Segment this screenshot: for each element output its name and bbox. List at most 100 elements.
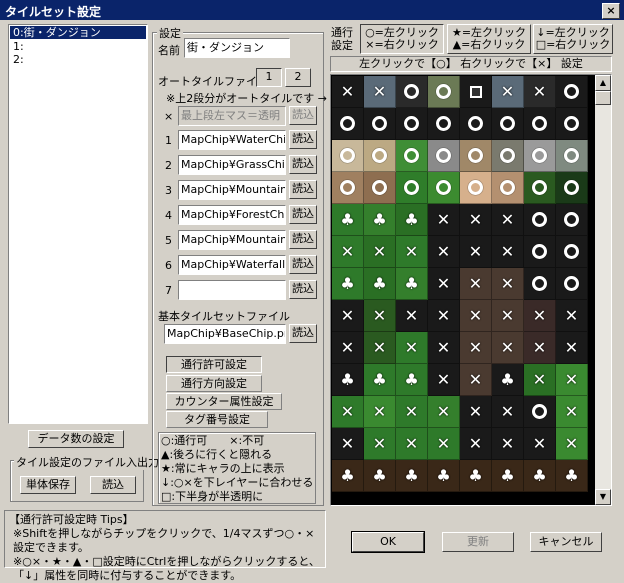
autotile-file-field[interactable]: MapChip¥MountainChi bbox=[178, 180, 286, 200]
tag-number-button[interactable]: タグ番号設定 bbox=[166, 411, 268, 428]
tile-cell[interactable] bbox=[556, 204, 588, 236]
tile-cell[interactable]: ✕ bbox=[460, 364, 492, 396]
autotile-load-button[interactable]: 読込 bbox=[289, 180, 317, 199]
tile-cell[interactable]: ✕ bbox=[460, 268, 492, 300]
tile-cell[interactable]: ✕ bbox=[332, 396, 364, 428]
tile-cell[interactable]: ✕ bbox=[460, 428, 492, 460]
tileset-list[interactable]: 0:街・ダンジョン 1: 2: bbox=[8, 24, 148, 424]
tile-cell[interactable] bbox=[460, 172, 492, 204]
single-save-button[interactable]: 単体保存 bbox=[20, 476, 76, 494]
tile-cell[interactable] bbox=[524, 108, 556, 140]
tile-cell[interactable] bbox=[492, 108, 524, 140]
tile-cell[interactable]: ✕ bbox=[396, 396, 428, 428]
page-button-1[interactable]: 1 bbox=[256, 68, 282, 87]
tile-cell[interactable] bbox=[396, 140, 428, 172]
tile-cell[interactable]: ✕ bbox=[556, 332, 588, 364]
tile-cell[interactable]: ♣ bbox=[364, 204, 396, 236]
tile-cell[interactable]: ♣ bbox=[428, 460, 460, 492]
tile-cell[interactable]: ✕ bbox=[428, 396, 460, 428]
scroll-thumb[interactable] bbox=[595, 91, 611, 105]
tile-cell[interactable] bbox=[332, 108, 364, 140]
tile-cell[interactable] bbox=[460, 76, 492, 108]
tile-cell[interactable]: ✕ bbox=[556, 300, 588, 332]
data-count-button[interactable]: データ数の設定 bbox=[28, 430, 124, 448]
tile-cell[interactable]: ✕ bbox=[428, 268, 460, 300]
tile-cell[interactable] bbox=[524, 172, 556, 204]
name-field[interactable]: 街・ダンジョン bbox=[184, 38, 290, 58]
tile-cell[interactable]: ♣ bbox=[492, 460, 524, 492]
tile-cell[interactable]: ✕ bbox=[332, 76, 364, 108]
tile-cell[interactable]: ✕ bbox=[428, 236, 460, 268]
tile-cell[interactable]: ✕ bbox=[492, 204, 524, 236]
tile-cell[interactable] bbox=[428, 172, 460, 204]
tile-cell[interactable] bbox=[428, 140, 460, 172]
tileset-list-item[interactable]: 2: bbox=[9, 53, 147, 66]
tile-cell[interactable]: ✕ bbox=[428, 332, 460, 364]
tile-cell[interactable]: ♣ bbox=[556, 460, 588, 492]
tile-cell[interactable] bbox=[428, 76, 460, 108]
autotile-load-button[interactable]: 読込 bbox=[289, 205, 317, 224]
tile-cell[interactable]: ♣ bbox=[332, 460, 364, 492]
tile-cell[interactable] bbox=[396, 108, 428, 140]
page-button-2[interactable]: 2 bbox=[285, 68, 311, 87]
tile-cell[interactable]: ♣ bbox=[492, 364, 524, 396]
mode-button-circle-cross[interactable]: ○=左クリック ×=右クリック bbox=[360, 24, 444, 54]
mode-button-arrow-square[interactable]: ↓=左クリック □=右クリック bbox=[533, 24, 613, 54]
autotile-load-button[interactable]: 読込 bbox=[289, 280, 317, 299]
tile-cell[interactable]: ✕ bbox=[492, 300, 524, 332]
tile-cell[interactable]: ✕ bbox=[428, 300, 460, 332]
tile-cell[interactable] bbox=[556, 140, 588, 172]
tile-cell[interactable] bbox=[332, 140, 364, 172]
tile-cell[interactable] bbox=[524, 268, 556, 300]
tile-cell[interactable] bbox=[524, 140, 556, 172]
tile-cell[interactable]: ♣ bbox=[364, 460, 396, 492]
tile-cell[interactable]: ✕ bbox=[524, 364, 556, 396]
tile-cell[interactable] bbox=[460, 108, 492, 140]
tile-cell[interactable]: ✕ bbox=[492, 268, 524, 300]
tile-cell[interactable] bbox=[364, 140, 396, 172]
tile-cell[interactable]: ✕ bbox=[364, 396, 396, 428]
tile-cell[interactable]: ✕ bbox=[460, 396, 492, 428]
counter-attribute-button[interactable]: カウンター属性設定 bbox=[166, 393, 282, 410]
tile-cell[interactable]: ♣ bbox=[524, 460, 556, 492]
autotile-load-button[interactable]: 読込 bbox=[289, 230, 317, 249]
tile-cell[interactable]: ✕ bbox=[524, 300, 556, 332]
tile-cell[interactable]: ✕ bbox=[524, 428, 556, 460]
tile-cell[interactable]: ♣ bbox=[332, 268, 364, 300]
tile-cell[interactable]: ♣ bbox=[396, 204, 428, 236]
tile-cell[interactable]: ✕ bbox=[396, 300, 428, 332]
tile-cell[interactable]: ♣ bbox=[332, 364, 364, 396]
tile-cell[interactable] bbox=[556, 76, 588, 108]
tile-cell[interactable]: ✕ bbox=[460, 204, 492, 236]
tile-cell[interactable]: ✕ bbox=[492, 76, 524, 108]
tile-cell[interactable] bbox=[524, 236, 556, 268]
tile-cell[interactable] bbox=[556, 172, 588, 204]
tile-cell[interactable]: ✕ bbox=[332, 332, 364, 364]
tile-cell[interactable] bbox=[556, 108, 588, 140]
tileset-list-item[interactable]: 0:街・ダンジョン bbox=[10, 26, 146, 39]
base-load-button[interactable]: 読込 bbox=[289, 324, 317, 343]
tile-cell[interactable]: ✕ bbox=[364, 332, 396, 364]
autotile-load-button[interactable]: 読込 bbox=[289, 255, 317, 274]
cancel-button[interactable]: キャンセル bbox=[530, 532, 602, 552]
tile-cell[interactable]: ♣ bbox=[364, 364, 396, 396]
tile-cell[interactable]: ♣ bbox=[460, 460, 492, 492]
tile-cell[interactable]: ♣ bbox=[396, 268, 428, 300]
scroll-up-button[interactable]: ▲ bbox=[595, 75, 611, 91]
tile-cell[interactable]: ✕ bbox=[332, 300, 364, 332]
tile-cell[interactable]: ✕ bbox=[428, 204, 460, 236]
tile-cell[interactable]: ✕ bbox=[364, 428, 396, 460]
file-load-button[interactable]: 読込 bbox=[90, 476, 136, 494]
tile-cell[interactable]: ✕ bbox=[364, 76, 396, 108]
tile-cell[interactable] bbox=[556, 268, 588, 300]
autotile-file-field[interactable]: MapChip¥MountainChi bbox=[178, 230, 286, 250]
tile-cell[interactable]: ✕ bbox=[396, 428, 428, 460]
autotile-file-field[interactable]: MapChip¥Waterfall_U bbox=[178, 255, 286, 275]
tile-cell[interactable] bbox=[524, 396, 556, 428]
scroll-down-button[interactable]: ▼ bbox=[595, 489, 611, 505]
tile-cell[interactable] bbox=[428, 108, 460, 140]
tile-cell[interactable]: ✕ bbox=[492, 332, 524, 364]
tile-cell[interactable]: ♣ bbox=[332, 204, 364, 236]
tile-cell[interactable] bbox=[524, 204, 556, 236]
tile-cell[interactable]: ✕ bbox=[492, 428, 524, 460]
